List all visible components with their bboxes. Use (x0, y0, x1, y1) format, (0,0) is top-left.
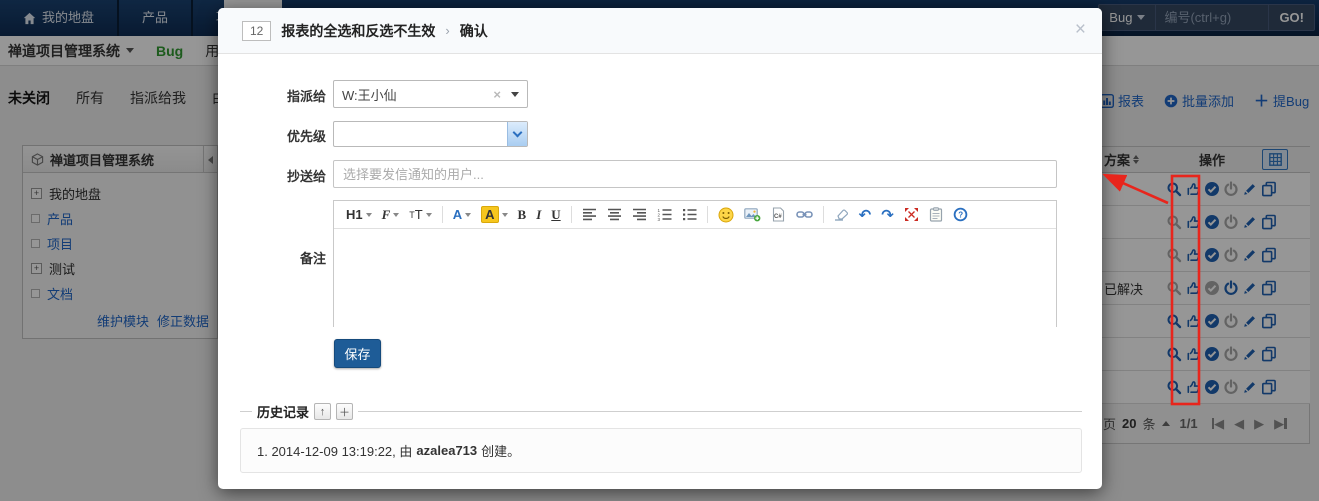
assigned-to-value: W:王小仙 (342, 87, 397, 103)
align-center-icon[interactable] (603, 204, 626, 226)
priority-select[interactable] (333, 121, 528, 147)
comment-label: 备注 (299, 251, 326, 266)
unordered-list-icon[interactable] (678, 204, 701, 226)
editor-toolbar: H1 F TT A A B I U 123 C# ↶ ↷ ? (334, 201, 1056, 229)
insert-link-icon[interactable] (792, 204, 817, 226)
comment-textarea[interactable] (334, 229, 1056, 327)
insert-image-icon[interactable] (740, 204, 765, 226)
sort-history-button[interactable]: ↑ (314, 403, 332, 420)
dialog-action-label: 确认 (459, 22, 488, 39)
confirm-bug-dialog: 12 报表的全选和反选不生效 › 确认 × 指派给 W:王小仙 × 优先级 抄送… (218, 8, 1102, 489)
screen: 我的地盘产品项目 Bug GO! 禅道项目管理系统 Bug 用例 未关闭所有指派… (0, 0, 1319, 501)
assigned-to-label: 指派给 (286, 89, 326, 104)
remove-format-icon[interactable] (830, 204, 853, 226)
svg-text:C#: C# (774, 214, 782, 220)
heading-button[interactable]: H1 (342, 204, 376, 226)
source-code-icon[interactable] (925, 204, 947, 226)
add-comment-button[interactable]: ＋ (336, 403, 354, 420)
select-dropdown-button[interactable] (507, 122, 527, 146)
history-user: azalea713 (416, 443, 478, 458)
ordered-list-icon[interactable]: 123 (653, 204, 676, 226)
emoticon-icon[interactable] (714, 204, 738, 226)
chevron-down-icon (511, 91, 519, 97)
align-left-icon[interactable] (578, 204, 601, 226)
font-size-button[interactable]: TT (405, 204, 435, 226)
svg-text:?: ? (958, 210, 963, 219)
bug-title: 报表的全选和反选不生效 (281, 22, 436, 39)
font-color-button[interactable]: A (449, 204, 475, 226)
undo-icon[interactable]: ↶ (855, 204, 876, 226)
mailto-input[interactable] (333, 160, 1057, 188)
italic-button[interactable]: I (532, 204, 545, 226)
rich-text-editor: H1 F TT A A B I U 123 C# ↶ ↷ ? (333, 200, 1057, 327)
font-family-button[interactable]: F (378, 204, 404, 226)
fullscreen-icon[interactable] (900, 204, 923, 226)
priority-label: 优先级 (286, 129, 326, 144)
insert-code-icon[interactable]: C# (767, 204, 790, 226)
breadcrumb-separator: › (445, 23, 450, 38)
svg-text:3: 3 (657, 217, 660, 221)
bold-button[interactable]: B (514, 204, 531, 226)
history-entry: 1. 2014-12-09 13:19:22, 由 azalea713 创建。 (240, 428, 1082, 473)
highlight-color-button[interactable]: A (477, 204, 511, 226)
history-title: 历史记录 (257, 405, 310, 420)
chevron-down-icon (512, 127, 523, 138)
save-button[interactable]: 保存 (334, 339, 381, 368)
close-icon[interactable]: × (1075, 20, 1086, 39)
mailto-label: 抄送给 (286, 169, 326, 184)
dialog-header: 12 报表的全选和反选不生效 › 确认 (218, 8, 1102, 54)
underline-button[interactable]: U (547, 204, 564, 226)
history-section: 历史记录 ↑ ＋ 1. 2014-12-09 13:19:22, 由 azale… (240, 402, 1082, 473)
align-right-icon[interactable] (628, 204, 651, 226)
clear-icon[interactable]: × (493, 87, 501, 102)
assigned-to-picker[interactable]: W:王小仙 × (333, 80, 528, 108)
redo-icon[interactable]: ↷ (877, 204, 898, 226)
help-icon[interactable]: ? (949, 204, 972, 226)
bug-id-badge: 12 (242, 20, 272, 41)
